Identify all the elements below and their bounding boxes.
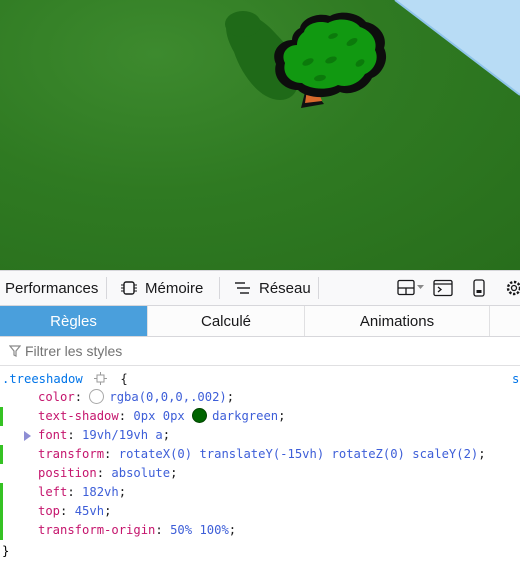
subtab-label: Animations: [359, 312, 435, 330]
property-value[interactable]: rgba(0,0,0,.002): [109, 390, 226, 404]
network-icon: [235, 282, 250, 294]
property-value[interactable]: 182vh: [82, 485, 119, 499]
property-value[interactable]: 19vh/19vh a: [82, 428, 163, 442]
property-value[interactable]: absolute: [111, 466, 170, 480]
sidebar-subtabs: Règles Calculé Animations: [0, 306, 520, 337]
responsive-mode-icon[interactable]: [473, 279, 485, 297]
property-value[interactable]: 45vh: [75, 504, 104, 518]
property-value[interactable]: rotateX(0) translateY(-15vh) rotateZ(0) …: [119, 447, 479, 461]
property-name[interactable]: transform-origin: [38, 523, 155, 537]
tab-calcule[interactable]: Calculé: [148, 306, 304, 336]
frame-picker-icon[interactable]: [433, 279, 453, 297]
changed-indicator: [0, 483, 3, 502]
changed-indicator: [0, 521, 3, 540]
memory-chip-icon: [121, 281, 137, 295]
property-name[interactable]: color: [38, 390, 75, 404]
tab-label: Mémoire: [145, 279, 204, 297]
property-name[interactable]: text-shadow: [38, 409, 119, 423]
tab-performances[interactable]: Performances: [5, 271, 98, 305]
rule-selector-line: .treeshadow {: [2, 370, 128, 389]
changed-indicator: [0, 502, 3, 521]
property-name[interactable]: position: [38, 466, 97, 480]
property-name[interactable]: top: [38, 504, 60, 518]
property-value[interactable]: 50% 100%: [170, 523, 229, 537]
devtools-toolbar: Performances Mémoire Réseau: [0, 270, 520, 306]
tab-animations[interactable]: Animations: [305, 306, 489, 336]
filter-icon: [9, 345, 21, 357]
changed-indicator: [0, 445, 3, 464]
closing-brace: }: [2, 544, 10, 558]
property-name[interactable]: left: [38, 485, 67, 499]
split-console-icon[interactable]: [397, 279, 425, 297]
property-value[interactable]: darkgreen: [212, 409, 278, 423]
expand-triangle-icon[interactable]: [24, 431, 31, 441]
tab-label: Performances: [5, 279, 99, 297]
game-scene: [225, 0, 520, 108]
property-name[interactable]: transform: [38, 447, 104, 461]
changed-indicator: [0, 407, 3, 426]
highlight-elements-icon[interactable]: [94, 372, 108, 385]
filter-input[interactable]: Filtrer les styles: [25, 343, 122, 359]
property-name[interactable]: font: [38, 428, 67, 442]
subtab-label: Règles: [50, 312, 97, 330]
property-value-prefix[interactable]: 0px 0px: [133, 409, 192, 423]
subtab-label: Calculé: [200, 312, 252, 330]
tab-regles[interactable]: Règles: [0, 306, 147, 336]
rule-selector[interactable]: .treeshadow: [2, 372, 83, 386]
tab-memoire[interactable]: Mémoire: [120, 271, 203, 305]
color-swatch-icon[interactable]: [192, 408, 208, 423]
devtools-panel: Performances Mémoire Réseau Règles Calcu…: [0, 270, 520, 558]
settings-gear-icon[interactable]: [505, 279, 520, 297]
rule-source-link[interactable]: s: [512, 370, 519, 389]
tab-reseau[interactable]: Réseau: [234, 271, 311, 305]
open-brace: {: [120, 372, 128, 386]
filter-styles-bar[interactable]: Filtrer les styles: [0, 337, 520, 366]
tab-label: Réseau: [259, 279, 311, 297]
color-swatch-icon[interactable]: [89, 389, 105, 404]
page-viewport: [0, 0, 520, 270]
